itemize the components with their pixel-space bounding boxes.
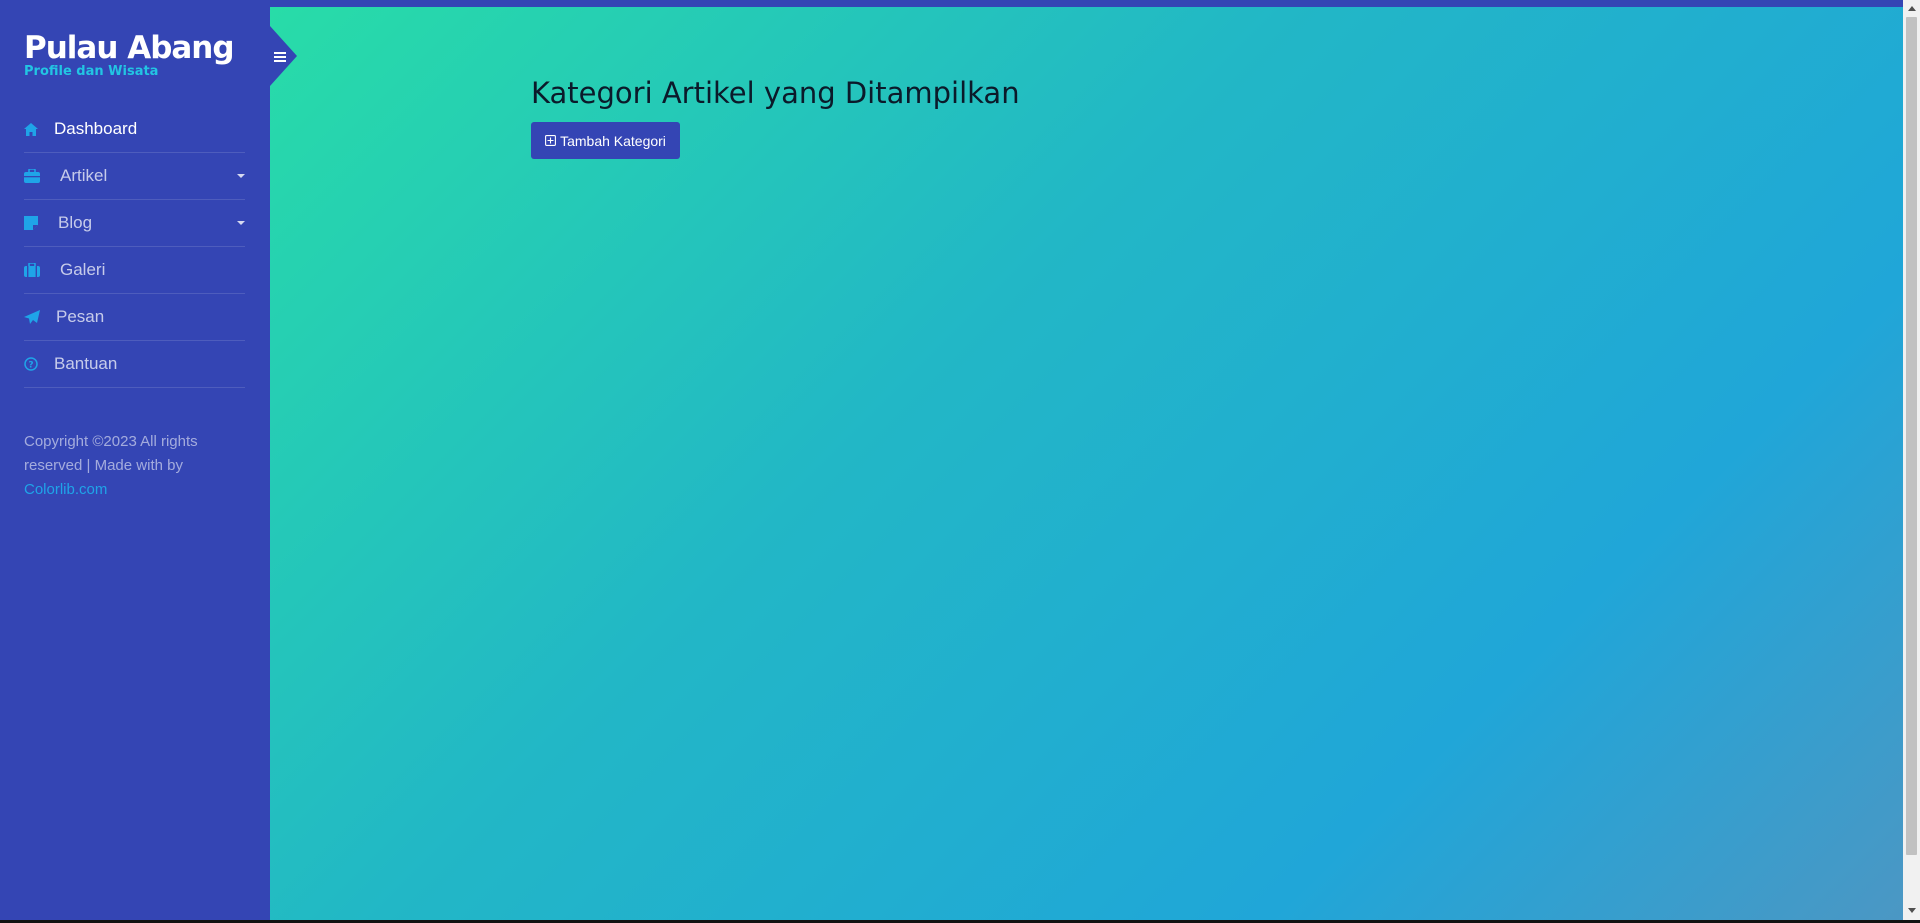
scroll-up-icon[interactable]	[1908, 6, 1916, 11]
scrollbar-thumb[interactable]	[1906, 17, 1917, 855]
sidebar-item-label: Pesan	[56, 307, 105, 326]
sidebar-item-label: Dashboard	[54, 119, 138, 138]
menu-icon	[274, 52, 286, 64]
brand-title[interactable]: Pulau Abang	[24, 28, 235, 68]
sidebar-footer: Copyright ©2023 All rights reserved | Ma…	[24, 430, 224, 502]
sidebar-item-label: Galeri	[60, 260, 106, 279]
sticky-note-icon	[24, 216, 54, 230]
sidebar-item-label: Bantuan	[54, 354, 118, 373]
add-category-label: Tambah Kategori	[560, 132, 666, 149]
sidebar-item-pesan[interactable]: Pesan	[24, 294, 245, 341]
main-content	[270, 7, 1903, 920]
suitcase-icon	[24, 263, 54, 277]
plus-square-icon	[545, 135, 557, 146]
sidebar-item-artikel[interactable]: Artikel	[24, 153, 245, 200]
home-icon	[24, 122, 54, 136]
scroll-down-icon[interactable]	[1908, 908, 1916, 913]
colorlib-link[interactable]: Colorlib.com	[24, 478, 224, 502]
sidebar-item-blog[interactable]: Blog	[24, 200, 245, 247]
chevron-down-icon	[237, 174, 245, 178]
brand[interactable]: Pulau Abang Profile dan Wisata	[24, 28, 235, 79]
sidebar-item-dashboard[interactable]: Dashboard	[24, 106, 245, 153]
sidebar-item-galeri[interactable]: Galeri	[24, 247, 245, 294]
add-category-button[interactable]: Tambah Kategori	[531, 122, 680, 159]
top-accent-bar	[270, 0, 1903, 7]
svg-text:?: ?	[28, 361, 33, 371]
sidebar: Pulau Abang Profile dan Wisata Dashboard…	[0, 0, 270, 920]
sidebar-item-bantuan[interactable]: ? Bantuan	[24, 341, 245, 388]
sidebar-item-label: Artikel	[60, 166, 108, 185]
sidebar-nav: Dashboard Artikel Blog Galeri Pesan ? Ba…	[24, 106, 245, 388]
chevron-down-icon	[237, 221, 245, 225]
page-title: Kategori Artikel yang Ditampilkan	[531, 76, 1020, 110]
question-circle-icon: ?	[24, 357, 54, 371]
briefcase-icon	[24, 169, 54, 183]
paper-plane-icon	[24, 310, 54, 324]
sidebar-item-label: Blog	[58, 213, 93, 232]
copyright-text: Copyright ©2023 All rights reserved | Ma…	[24, 433, 198, 474]
